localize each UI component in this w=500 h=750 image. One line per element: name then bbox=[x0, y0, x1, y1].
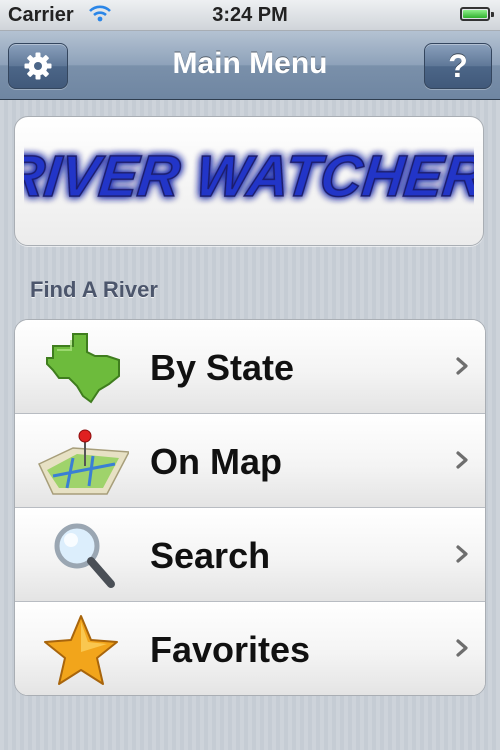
chevron-right-icon bbox=[456, 451, 468, 469]
menu-item-label: By State bbox=[150, 347, 295, 388]
navigation-bar: Main Menu ? bbox=[0, 31, 500, 100]
battery-icon bbox=[460, 7, 494, 21]
menu-item-search[interactable]: Search bbox=[15, 508, 485, 602]
status-bar: Carrier 3:24 PM bbox=[0, 0, 500, 31]
star-icon bbox=[44, 615, 118, 685]
help-button[interactable]: ? bbox=[424, 43, 492, 89]
logo-text: RIVER WATCHER bbox=[24, 144, 474, 209]
chevron-right-icon bbox=[456, 545, 468, 563]
magnifier-icon bbox=[54, 523, 115, 588]
menu-item-label: Search bbox=[150, 535, 271, 576]
menu-list: By State On Map Search Favorites bbox=[14, 319, 486, 696]
logo-banner: RIVER WATCHER bbox=[14, 116, 484, 246]
main-content: RIVER WATCHER Find A River By State On M… bbox=[0, 100, 500, 750]
map-pin-icon bbox=[38, 429, 129, 495]
chevron-right-icon bbox=[456, 357, 468, 375]
menu-item-label: On Map bbox=[150, 441, 282, 482]
menu-item-by-state[interactable]: By State bbox=[15, 320, 485, 414]
help-icon: ? bbox=[448, 47, 468, 84]
river-watcher-logo: RIVER WATCHER bbox=[24, 143, 474, 209]
section-header: Find A River bbox=[30, 277, 158, 302]
status-time: 3:24 PM bbox=[212, 4, 288, 26]
texas-state-icon bbox=[46, 333, 120, 404]
menu-item-label: Favorites bbox=[150, 629, 311, 670]
menu-item-on-map[interactable]: On Map bbox=[15, 414, 485, 508]
battery-level bbox=[463, 10, 487, 18]
menu-item-favorites[interactable]: Favorites bbox=[15, 602, 485, 695]
chevron-right-icon bbox=[456, 639, 468, 657]
